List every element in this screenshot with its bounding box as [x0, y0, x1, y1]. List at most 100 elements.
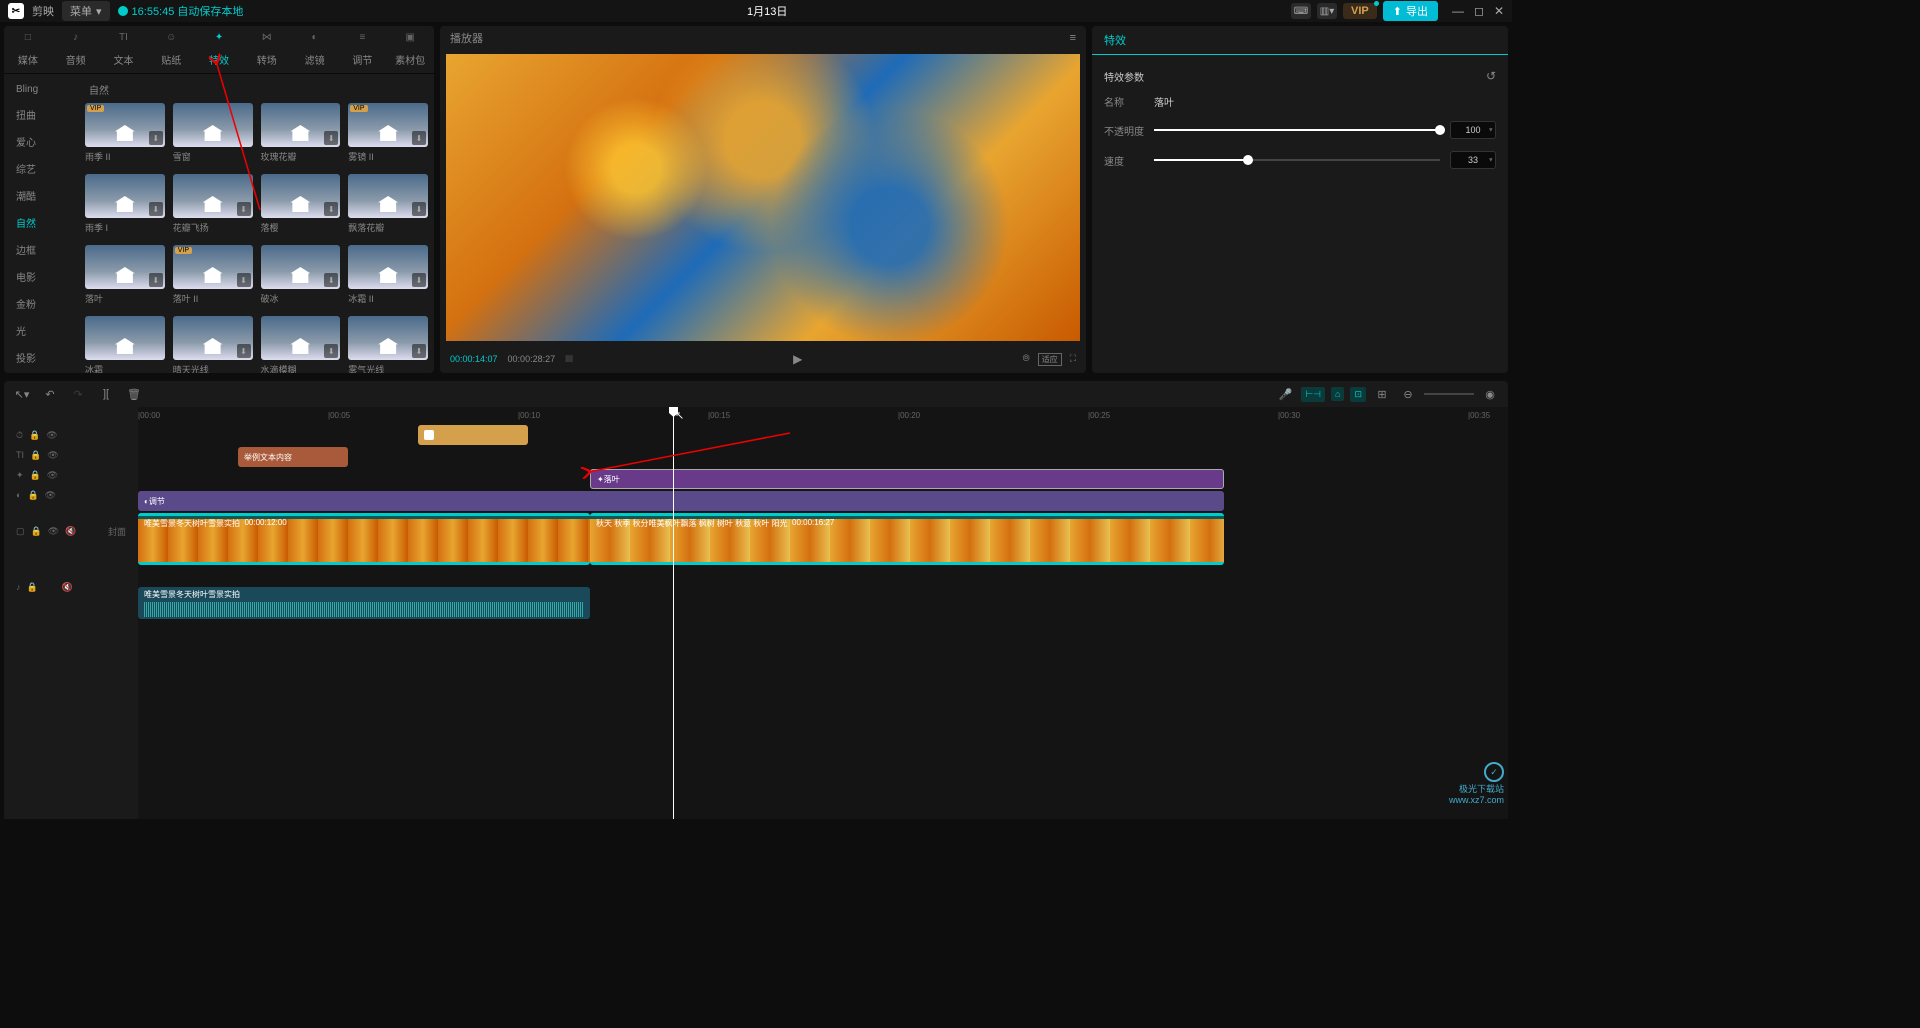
mute-icon[interactable]: 🔇: [62, 582, 73, 593]
effect-item[interactable]: ⬇落叶: [85, 245, 165, 308]
lock-icon[interactable]: 🔒: [30, 450, 41, 461]
effect-thumb[interactable]: ⬇: [85, 245, 165, 289]
lock-icon[interactable]: 🔒: [30, 470, 41, 481]
effect-thumb[interactable]: ⬇: [173, 174, 253, 218]
effect-thumb[interactable]: ⬇: [348, 174, 428, 218]
close-icon[interactable]: ✕: [1494, 4, 1504, 18]
effect-item[interactable]: VIP⬇雾镜 II: [348, 103, 428, 166]
adjust-clip[interactable]: ◐ 调节: [138, 491, 1224, 511]
effect-thumb[interactable]: VIP⬇: [348, 103, 428, 147]
category-分屏[interactable]: 分屏: [4, 371, 79, 373]
effect-item[interactable]: ⬇雨季 I: [85, 174, 165, 237]
cover-button[interactable]: 封面: [108, 525, 126, 538]
preview-tool-icon[interactable]: ⊞: [1372, 384, 1392, 404]
effect-item[interactable]: ⬇花瓣飞扬: [173, 174, 253, 237]
select-tool-icon[interactable]: ↖▾: [12, 384, 32, 404]
effect-thumb[interactable]: ⬇: [173, 316, 253, 360]
category-自然[interactable]: 自然: [4, 209, 79, 236]
effect-item[interactable]: ⬇破冰: [261, 245, 341, 308]
download-icon[interactable]: ⬇: [149, 131, 163, 145]
lock-icon[interactable]: 🔒: [29, 430, 40, 441]
effect-item[interactable]: ⬇晴天光线: [173, 316, 253, 373]
menu-button[interactable]: 菜单 ▾: [62, 1, 110, 21]
lock-icon[interactable]: 🔒: [31, 526, 42, 537]
video-preview[interactable]: [446, 54, 1080, 341]
effect-thumb[interactable]: VIP⬇: [173, 245, 253, 289]
download-icon[interactable]: ⬇: [324, 131, 338, 145]
download-icon[interactable]: ⬇: [149, 273, 163, 287]
eye-icon[interactable]: 👁: [45, 490, 56, 501]
tab-滤镜[interactable]: ◐滤镜: [291, 30, 339, 69]
play-button[interactable]: ▶: [583, 352, 1012, 366]
opacity-slider[interactable]: [1154, 129, 1440, 131]
download-icon[interactable]: ⬇: [412, 131, 426, 145]
category-投影[interactable]: 投影: [4, 344, 79, 371]
tab-音频[interactable]: ♪音频: [52, 30, 100, 69]
tab-素材包[interactable]: ▣素材包: [386, 30, 434, 69]
minimize-icon[interactable]: —: [1452, 4, 1464, 18]
effect-item[interactable]: ⬇雾气光线: [348, 316, 428, 373]
effect-thumb[interactable]: ⬇: [85, 174, 165, 218]
category-Bling[interactable]: Bling: [4, 78, 79, 101]
undo-icon[interactable]: ↶: [40, 384, 60, 404]
opacity-input[interactable]: 100: [1450, 121, 1496, 139]
playhead[interactable]: ↖: [673, 407, 674, 819]
magnet-toggle[interactable]: ⌂: [1331, 387, 1344, 401]
audio-clip[interactable]: 唯美雪景冬天树叶雪景实拍: [138, 587, 590, 619]
delete-icon[interactable]: 🗑: [124, 384, 144, 404]
link-toggle[interactable]: ⊡: [1350, 387, 1366, 402]
download-icon[interactable]: ⬇: [149, 202, 163, 216]
fullscreen-icon[interactable]: ⛶: [1070, 353, 1076, 366]
mute-icon[interactable]: 🔇: [65, 526, 76, 537]
category-扭曲[interactable]: 扭曲: [4, 101, 79, 128]
effect-thumb[interactable]: ⬇: [348, 316, 428, 360]
category-边框[interactable]: 边框: [4, 236, 79, 263]
lock-icon[interactable]: 🔒: [27, 490, 38, 501]
eye-icon[interactable]: 👁: [48, 526, 59, 537]
effect-item[interactable]: ⬇水滴模糊: [261, 316, 341, 373]
category-电影[interactable]: 电影: [4, 263, 79, 290]
effect-thumb[interactable]: ⬇: [261, 316, 341, 360]
zoom-out-icon[interactable]: ⊖: [1398, 384, 1418, 404]
tab-调节[interactable]: ≡调节: [338, 30, 386, 69]
video-track[interactable]: 唯美雪景冬天树叶雪景实拍 00:00:12:00 秋天 秋季 秋分唯美枫叶飘落 …: [138, 513, 1508, 565]
download-icon[interactable]: ⬇: [324, 344, 338, 358]
speed-input[interactable]: 33: [1450, 151, 1496, 169]
effect-track[interactable]: ✦ 落叶: [138, 469, 1508, 489]
effect-item[interactable]: ⬇飘落花瓣: [348, 174, 428, 237]
ratio-icon[interactable]: 适应: [1038, 353, 1062, 366]
video-clip-1[interactable]: 唯美雪景冬天树叶雪景实拍 00:00:12:00: [138, 513, 590, 565]
video-clip-2[interactable]: 秋天 秋季 秋分唯美枫叶飘落 枫树 树叶 秋意 秋叶 阳光 00:00:16:2…: [590, 513, 1224, 565]
effect-thumb[interactable]: [173, 103, 253, 147]
category-潮酷[interactable]: 潮酷: [4, 182, 79, 209]
sticker-clip[interactable]: [418, 425, 528, 445]
effect-thumb[interactable]: ⬇: [261, 245, 341, 289]
compare-icon[interactable]: ⦾: [1022, 353, 1029, 366]
tab-特效[interactable]: ✦特效: [195, 30, 243, 69]
effect-item[interactable]: VIP⬇雨季 II: [85, 103, 165, 166]
track-area[interactable]: |00:00|00:05|00:10|00:15|00:20|00:25|00:…: [138, 407, 1508, 819]
effect-thumb[interactable]: ⬇: [261, 174, 341, 218]
download-icon[interactable]: ⬇: [237, 344, 251, 358]
category-金粉[interactable]: 金粉: [4, 290, 79, 317]
text-clip[interactable]: 举例文本内容: [238, 447, 348, 467]
speed-slider[interactable]: [1154, 159, 1440, 161]
scale-slider-icon[interactable]: ⦀⦀: [565, 354, 573, 365]
eye-icon[interactable]: 👁: [47, 450, 58, 461]
redo-icon[interactable]: ↷: [68, 384, 88, 404]
effect-item[interactable]: ⬇落樱: [261, 174, 341, 237]
audio-track[interactable]: 唯美雪景冬天树叶雪景实拍: [138, 587, 1508, 619]
category-综艺[interactable]: 综艺: [4, 155, 79, 182]
effect-item[interactable]: 雪窗: [173, 103, 253, 166]
effect-item[interactable]: 冰霜: [85, 316, 165, 373]
effect-clip[interactable]: ✦ 落叶: [590, 469, 1224, 489]
effect-thumb[interactable]: [85, 316, 165, 360]
tab-贴纸[interactable]: ☺贴纸: [147, 30, 195, 69]
eye-icon[interactable]: 👁: [46, 430, 57, 441]
inspector-tab-effects[interactable]: 特效: [1092, 26, 1508, 55]
split-icon[interactable]: ]​[: [96, 384, 116, 404]
time-ruler[interactable]: |00:00|00:05|00:10|00:15|00:20|00:25|00:…: [138, 407, 1508, 425]
zoom-slider[interactable]: [1424, 393, 1474, 395]
tab-媒体[interactable]: □媒体: [4, 30, 52, 69]
download-icon[interactable]: ⬇: [412, 202, 426, 216]
